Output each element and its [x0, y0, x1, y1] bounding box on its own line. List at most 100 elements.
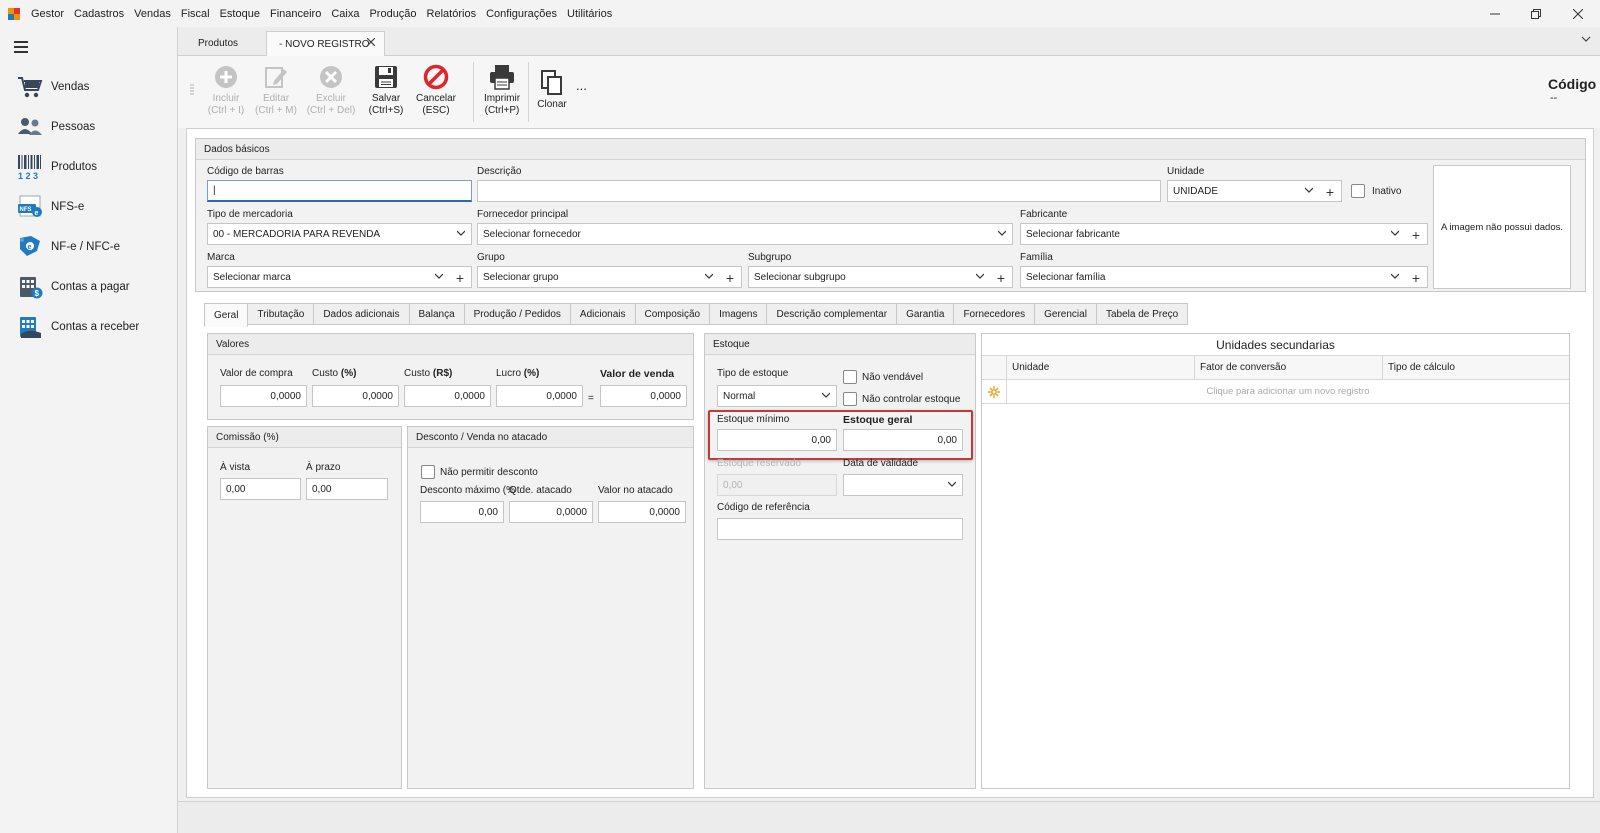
menu-estoque[interactable]: Estoque — [215, 8, 265, 20]
excluir-button[interactable]: Excluir (Ctrl + Del) — [303, 64, 359, 117]
tipo-estoque-select[interactable]: Normal — [717, 385, 837, 407]
tab-close-icon[interactable] — [366, 37, 376, 49]
salvar-button[interactable]: Salvar (Ctrl+S) — [366, 64, 406, 117]
inativo-checkbox[interactable] — [1351, 184, 1365, 198]
subtab-garantia[interactable]: Garantia — [897, 303, 955, 325]
custo-pct-input[interactable]: 0,0000 — [312, 385, 399, 407]
svg-text:e: e — [28, 244, 32, 251]
restore-button[interactable] — [1514, 0, 1558, 27]
desconto-max-label: Desconto máximo (% — [420, 485, 516, 496]
marca-select[interactable]: Selecionar marca + — [207, 266, 472, 288]
avista-input[interactable]: 0,00 — [220, 478, 301, 500]
grid-new-row[interactable]: Clique para adicionar um novo registro — [982, 380, 1569, 404]
payable-icon: $ — [16, 273, 44, 301]
subtab-gerencial[interactable]: Gerencial — [1035, 303, 1097, 325]
data-validade-picker[interactable] — [843, 474, 963, 496]
sidebar-item-nfse[interactable]: NFS e NFS-e — [16, 192, 84, 222]
subtab-tabela-preco[interactable]: Tabela de Preço — [1096, 303, 1189, 325]
subtab-tributacao[interactable]: Tributação — [248, 303, 315, 325]
sidebar-item-pessoas[interactable]: Pessoas — [16, 112, 95, 142]
codigo-referencia-input[interactable] — [717, 518, 963, 540]
svg-text:1 2 3: 1 2 3 — [18, 171, 38, 180]
toolbar-grip-icon[interactable] — [190, 84, 194, 96]
subtab-imagens[interactable]: Imagens — [710, 303, 768, 325]
qtde-atacado-input[interactable]: 0,0000 — [509, 501, 593, 523]
chevron-down-icon — [976, 273, 984, 279]
tipo-mercadoria-select[interactable]: 00 - MERCADORIA PARA REVENDA — [207, 223, 472, 245]
familia-label: Família — [1020, 252, 1053, 263]
menu-cadastros[interactable]: Cadastros — [69, 8, 129, 20]
lucro-input[interactable]: 0,0000 — [496, 385, 583, 407]
unidades-secundarias-title: Unidades secundarias — [982, 334, 1569, 356]
fabricante-select[interactable]: Selecionar fabricante + — [1020, 223, 1428, 245]
valor-atacado-input[interactable]: 0,0000 — [598, 501, 686, 523]
tab-novo-registro[interactable]: - NOVO REGISTRO — [266, 31, 385, 56]
hamburger-menu-icon[interactable] — [14, 41, 28, 56]
clone-icon — [539, 70, 565, 96]
subtab-balanca[interactable]: Balança — [409, 303, 465, 325]
menu-utilitarios[interactable]: Utilitários — [562, 8, 617, 20]
sidebar-item-contas-receber[interactable]: Contas a receber — [16, 312, 139, 342]
editar-button[interactable]: Editar (Ctrl + M) — [252, 64, 300, 117]
fornecedor-select[interactable]: Selecionar fornecedor — [477, 223, 1013, 245]
valor-venda-input[interactable]: 0,0000 — [600, 385, 687, 407]
sidebar-item-vendas[interactable]: Vendas — [16, 72, 89, 102]
estoque-reservado-value: 0,00 — [723, 479, 743, 491]
familia-select[interactable]: Selecionar família + — [1020, 266, 1428, 288]
equals-sign: = — [588, 393, 594, 404]
cancelar-button[interactable]: Cancelar (ESC) — [414, 64, 458, 117]
menu-vendas[interactable]: Vendas — [129, 8, 176, 20]
codigo-barras-label: Código de barras — [207, 166, 284, 177]
valor-compra-input[interactable]: 0,0000 — [220, 385, 307, 407]
imprimir-button[interactable]: Imprimir (Ctrl+P) — [480, 64, 524, 117]
nao-permitir-desconto-checkbox[interactable] — [421, 465, 435, 479]
minimize-button[interactable] — [1473, 0, 1517, 27]
subtab-dados-adicionais[interactable]: Dados adicionais — [314, 303, 410, 325]
unidade-select[interactable]: UNIDADE + — [1167, 180, 1342, 202]
menu-relatorios[interactable]: Relatórios — [422, 8, 482, 20]
tabs-dropdown-chevron-icon[interactable] — [1581, 35, 1591, 46]
tab-produtos[interactable]: Produtos — [186, 31, 250, 56]
menu-producao[interactable]: Produção — [364, 8, 421, 20]
close-window-button[interactable] — [1556, 0, 1600, 27]
toolbar-more-button[interactable]: ... — [576, 78, 587, 93]
menu-caixa[interactable]: Caixa — [326, 8, 364, 20]
estoque-minimo-input[interactable]: 0,00 — [717, 429, 837, 451]
grid-column-fator-conversao[interactable]: Fator de conversão — [1200, 362, 1286, 373]
product-image-box[interactable]: A imagem não possui dados. — [1433, 165, 1571, 289]
add-grupo-plus-icon[interactable]: + — [719, 267, 741, 289]
add-subgrupo-plus-icon[interactable]: + — [990, 267, 1012, 289]
sidebar-item-produtos[interactable]: 1 2 3 Produtos — [16, 152, 97, 182]
codigo-barras-input[interactable]: | — [207, 180, 472, 202]
subtab-producao-pedidos[interactable]: Produção / Pedidos — [464, 303, 571, 325]
subtab-geral[interactable]: Geral — [204, 303, 249, 327]
descricao-input[interactable] — [477, 180, 1161, 202]
custo-rs-input[interactable]: 0,0000 — [404, 385, 491, 407]
add-familia-plus-icon[interactable]: + — [1405, 267, 1427, 289]
menu-financeiro[interactable]: Financeiro — [265, 8, 326, 20]
add-fabricante-plus-icon[interactable]: + — [1405, 224, 1427, 246]
sidebar-item-nfe[interactable]: e NF-e / NFC-e — [16, 232, 120, 262]
incluir-button[interactable]: Incluir (Ctrl + I) — [204, 64, 248, 117]
subtab-fornecedores[interactable]: Fornecedores — [954, 303, 1036, 325]
clonar-button[interactable]: Clonar — [534, 64, 570, 111]
menu-fiscal[interactable]: Fiscal — [176, 8, 215, 20]
estoque-geral-input[interactable]: 0,00 — [843, 429, 963, 451]
aprazo-input[interactable]: 0,00 — [306, 478, 388, 500]
aprazo-label: À prazo — [306, 462, 341, 473]
nao-controlar-estoque-checkbox[interactable] — [843, 392, 857, 406]
grid-column-tipo-calculo[interactable]: Tipo de cálculo — [1388, 362, 1455, 373]
menu-gestor[interactable]: Gestor — [26, 8, 69, 20]
menu-configuracoes[interactable]: Configurações — [481, 8, 562, 20]
add-unidade-plus-icon[interactable]: + — [1319, 181, 1341, 203]
subtab-descricao-complementar[interactable]: Descrição complementar — [767, 303, 898, 325]
nao-vendavel-checkbox[interactable] — [843, 370, 857, 384]
subgrupo-select[interactable]: Selecionar subgrupo + — [748, 266, 1013, 288]
grid-column-unidade[interactable]: Unidade — [1012, 362, 1049, 373]
add-marca-plus-icon[interactable]: + — [449, 267, 471, 289]
grupo-select[interactable]: Selecionar grupo + — [477, 266, 742, 288]
subtab-adicionais[interactable]: Adicionais — [570, 303, 636, 325]
subtab-composicao[interactable]: Composição — [635, 303, 711, 325]
desconto-max-input[interactable]: 0,00 — [420, 501, 504, 523]
sidebar-item-contas-pagar[interactable]: $ Contas a pagar — [16, 272, 130, 302]
